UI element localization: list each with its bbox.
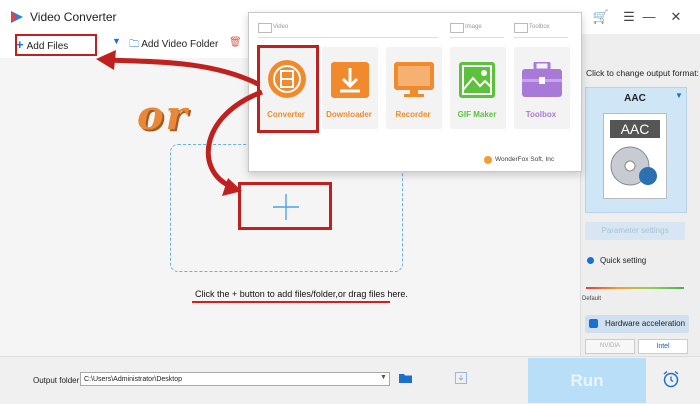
annotation-arrows	[96, 50, 263, 196]
or-annotation: or	[137, 92, 189, 139]
